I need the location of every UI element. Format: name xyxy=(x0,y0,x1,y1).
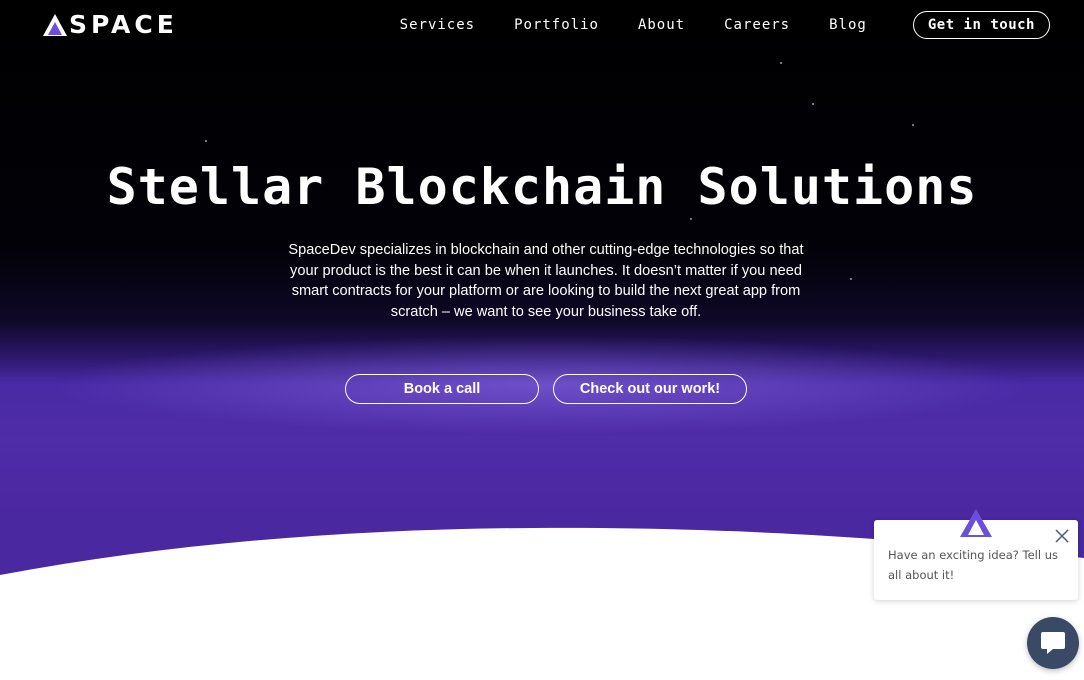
get-in-touch-button[interactable]: Get in touch xyxy=(912,11,1050,39)
book-a-call-button[interactable]: Book a call xyxy=(345,374,539,404)
hero-description: SpaceDev specializes in blockchain and o… xyxy=(288,242,804,320)
main-nav: Services Portfolio About Careers Blog Ge… xyxy=(400,11,1050,39)
nav-services[interactable]: Services xyxy=(400,11,475,39)
nav-portfolio[interactable]: Portfolio xyxy=(514,11,599,39)
chat-bubble-icon xyxy=(1041,632,1065,654)
chat-popup[interactable]: Have an exciting idea? Tell us all about… xyxy=(874,509,1078,600)
chat-launcher-button[interactable] xyxy=(1027,617,1079,669)
chat-message: Have an exciting idea? Tell us all about… xyxy=(888,548,1059,582)
triangle-logo-icon xyxy=(960,509,992,537)
triangle-logo-icon xyxy=(43,14,67,36)
nav-about[interactable]: About xyxy=(638,11,685,39)
site-logo[interactable]: SPACE xyxy=(42,12,178,38)
check-out-work-button[interactable]: Check out our work! xyxy=(553,374,747,404)
hero-title: Stellar Blockchain Solutions xyxy=(106,158,978,216)
brand-name: SPACE xyxy=(69,10,178,39)
close-icon[interactable] xyxy=(1054,528,1070,544)
page: SPACE Services Portfolio About Careers B… xyxy=(0,0,1084,680)
nav-careers[interactable]: Careers xyxy=(724,11,790,39)
nav-blog[interactable]: Blog xyxy=(829,11,867,39)
